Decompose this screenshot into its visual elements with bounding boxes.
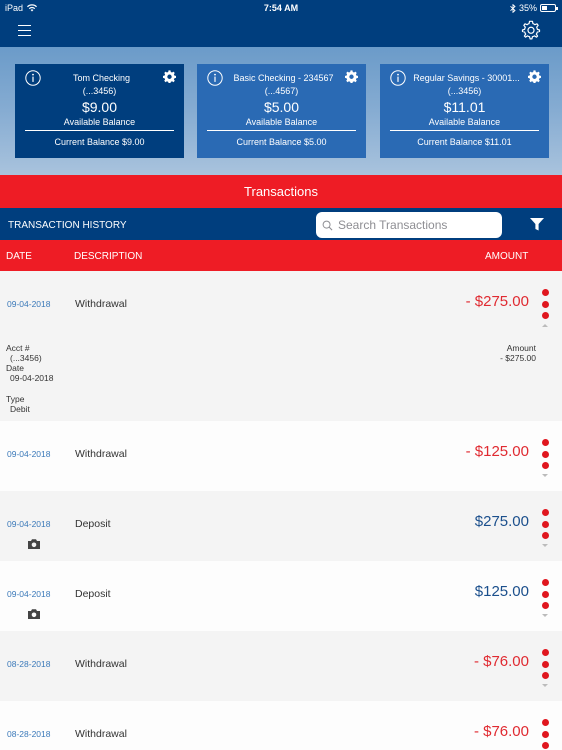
detail-date-label: Date [6,363,24,373]
available-balance-value: $5.00 [263,99,300,115]
transaction-amount: - $125.00 [465,443,529,460]
info-icon[interactable] [25,70,41,86]
account-card-regular-savings[interactable]: Regular Savings - 30001... (...3456) $11… [380,64,549,158]
column-amount[interactable]: AMOUNT [485,251,528,262]
current-balance: Current Balance $9.00 [54,137,145,147]
battery-icon [540,4,558,12]
transaction-row[interactable]: 09-04-2018 Withdrawal - $125.00 [0,421,562,491]
collapse-chevron-icon[interactable] [542,324,548,327]
transaction-description: Withdrawal [75,298,127,310]
accounts-carousel: Tom Checking (...3456) $9.00 Available B… [0,47,562,175]
column-header: DATE DESCRIPTION AMOUNT [0,240,562,271]
available-balance-label: Available Balance [245,117,318,127]
card-divider [390,130,539,131]
status-bar: iPad 7:54 AM 35% [0,0,562,16]
transaction-amount: $275.00 [474,513,529,530]
card-divider [25,130,174,131]
transaction-row[interactable]: 09-04-2018 Deposit $125.00 [0,561,562,631]
expand-chevron-icon[interactable] [542,684,548,687]
camera-icon[interactable] [28,539,40,549]
available-balance-value: $9.00 [81,99,118,115]
more-options-icon[interactable] [541,289,550,319]
account-settings-gear-icon[interactable] [345,70,358,83]
battery-percent: 35% [518,3,537,13]
account-name: Tom Checking [72,73,131,83]
search-box[interactable] [316,212,502,238]
transaction-detail: Acct # (...3456) Date 09-04-2018 Type De… [0,341,562,421]
more-options-icon[interactable] [541,509,550,539]
transaction-date: 09-04-2018 [7,519,51,529]
transaction-description: Withdrawal [75,728,127,740]
available-balance-value: $11.01 [443,99,486,115]
detail-type-label: Type [6,394,25,404]
detail-amount-value: - $275.00 [500,353,536,363]
current-balance: Current Balance $5.00 [236,137,327,147]
account-number: (...4567) [264,86,299,96]
more-options-icon[interactable] [541,649,550,679]
transaction-row[interactable]: 09-04-2018 Withdrawal - $275.00 [0,271,562,341]
hamburger-line [18,25,31,26]
camera-icon[interactable] [28,609,40,619]
transaction-amount: - $76.00 [473,653,529,670]
detail-acct-label: Acct # [6,343,30,353]
bluetooth-icon [510,3,516,13]
more-options-icon[interactable] [541,579,550,609]
account-card-basic-checking[interactable]: Basic Checking - 234567 (...4567) $5.00 … [197,64,366,158]
transaction-date: 09-04-2018 [7,299,51,309]
detail-amount-label: Amount [506,343,536,353]
transaction-date: 08-28-2018 [7,729,51,739]
info-icon[interactable] [390,70,406,86]
transaction-description: Withdrawal [75,448,127,460]
account-card-tom-checking[interactable]: Tom Checking (...3456) $9.00 Available B… [15,64,184,158]
detail-type-value: Debit [10,404,30,414]
transactions-title: Transactions [0,175,562,208]
transaction-date: 09-04-2018 [7,449,51,459]
transaction-description: Deposit [75,588,111,600]
account-name: Regular Savings - 30001... [413,73,520,83]
available-balance-label: Available Balance [428,117,501,127]
expand-chevron-icon[interactable] [542,474,548,477]
nav-bar [0,16,562,47]
account-number: (...3456) [447,86,482,96]
transaction-amount: - $275.00 [465,293,529,310]
available-balance-label: Available Balance [63,117,136,127]
transaction-date: 09-04-2018 [7,589,51,599]
hamburger-line [18,35,31,36]
card-divider [207,130,356,131]
more-options-icon[interactable] [541,439,550,469]
settings-gear-icon[interactable] [520,19,542,41]
account-settings-gear-icon[interactable] [163,70,176,83]
account-settings-gear-icon[interactable] [528,70,541,83]
search-icon [322,220,333,230]
column-date[interactable]: DATE [6,251,32,262]
transaction-amount: - $76.00 [473,723,529,740]
expand-chevron-icon[interactable] [542,544,548,547]
transaction-list: 09-04-2018 Withdrawal - $275.00 Acct # (… [0,271,562,750]
detail-date-value: 09-04-2018 [10,373,54,383]
detail-acct-value: (...3456) [10,353,42,363]
info-icon[interactable] [207,70,223,86]
transaction-row[interactable]: 08-28-2018 Withdrawal - $76.00 [0,701,562,750]
transaction-history-bar: TRANSACTION HISTORY [0,208,562,240]
expand-chevron-icon[interactable] [542,614,548,617]
filter-icon[interactable] [530,218,544,231]
transaction-row[interactable]: 08-28-2018 Withdrawal - $76.00 [0,631,562,701]
transaction-row[interactable]: 09-04-2018 Deposit $275.00 [0,491,562,561]
menu-button[interactable] [18,25,31,36]
status-right: 35% [510,3,558,13]
hamburger-line [18,30,31,31]
column-description[interactable]: DESCRIPTION [74,251,142,262]
transaction-description: Withdrawal [75,658,127,670]
account-name: Basic Checking - 234567 [233,73,334,83]
account-number: (...3456) [82,86,117,96]
transaction-history-label: TRANSACTION HISTORY [8,220,127,231]
search-transactions-input[interactable] [338,218,498,232]
transaction-date: 08-28-2018 [7,659,51,669]
current-balance: Current Balance $11.01 [417,137,512,147]
status-time: 7:54 AM [263,3,299,13]
transaction-amount: $125.00 [474,583,529,600]
transaction-description: Deposit [75,518,111,530]
more-options-icon[interactable] [541,719,550,749]
